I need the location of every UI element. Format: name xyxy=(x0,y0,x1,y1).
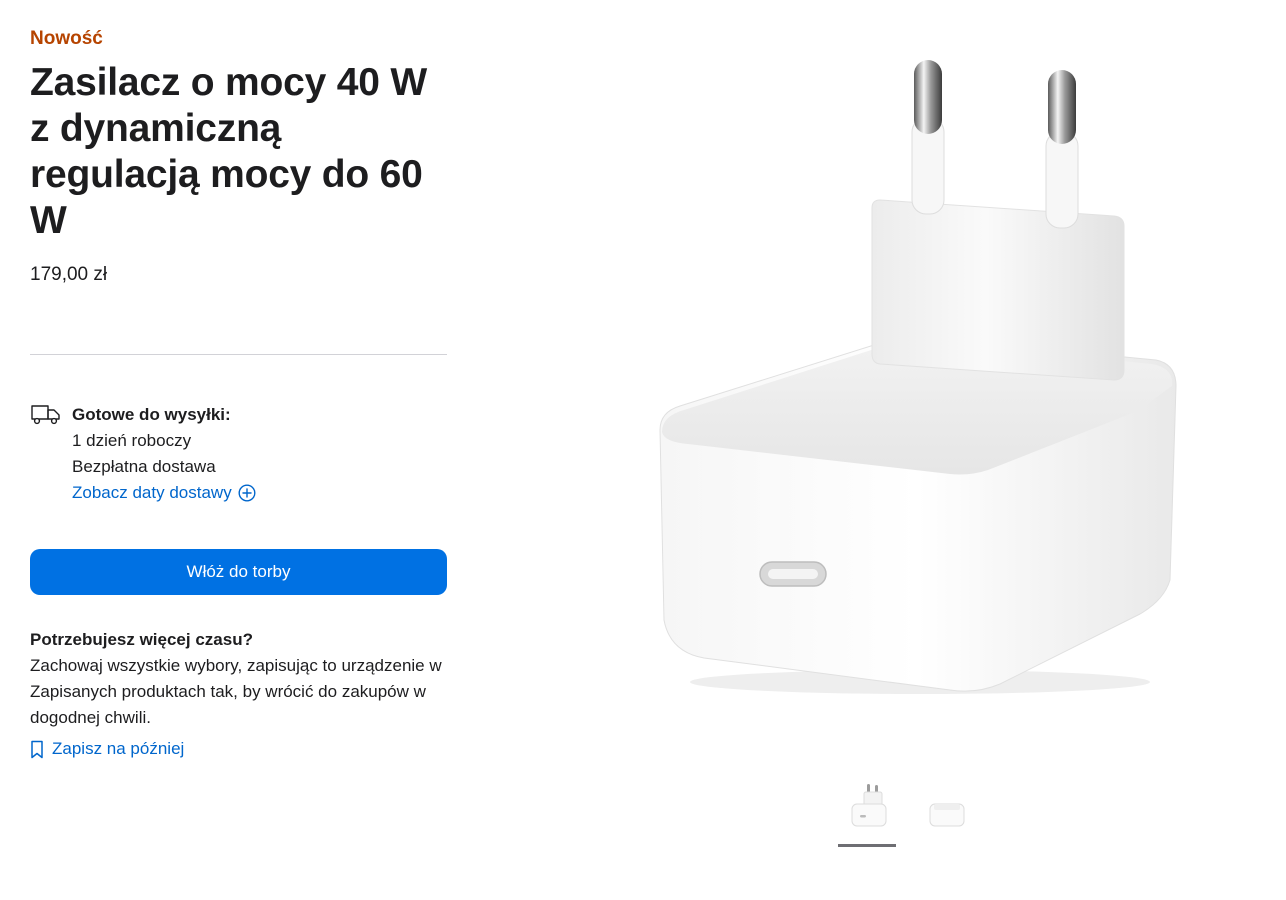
selected-thumbnail-indicator xyxy=(838,844,896,847)
shipping-cost: Bezpłatna dostawa xyxy=(72,457,216,476)
delivery-dates-link[interactable]: Zobacz daty dostawy xyxy=(72,480,256,506)
plus-circle-icon xyxy=(238,484,256,502)
bookmark-icon xyxy=(31,740,43,758)
add-to-bag-button[interactable]: Włóż do torby xyxy=(30,549,447,595)
shipping-heading: Gotowe do wysyłki: xyxy=(72,405,231,424)
charger-front-thumbnail xyxy=(851,784,887,827)
image-gallery-thumbnails xyxy=(836,780,976,850)
save-link-label: Zapisz na później xyxy=(52,739,185,758)
truck-icon xyxy=(31,405,60,425)
charger-side-thumbnail xyxy=(929,803,965,827)
thumbnail-side[interactable] xyxy=(918,780,978,834)
save-for-later-section: Potrzebujesz więcej czasu? Zachowaj wszy… xyxy=(30,627,448,731)
product-image xyxy=(659,60,1177,694)
product-price: 179,00 zł xyxy=(30,264,108,285)
divider xyxy=(30,354,447,355)
save-description: Zachowaj wszystkie wybory, zapisując to … xyxy=(30,656,442,727)
new-badge: Nowość xyxy=(30,28,103,49)
save-heading: Potrzebujesz więcej czasu? xyxy=(30,630,253,649)
shipping-time: 1 dzień roboczy xyxy=(72,431,192,450)
delivery-dates-label: Zobacz daty dostawy xyxy=(72,483,232,502)
thumbnail-front[interactable] xyxy=(838,780,898,834)
product-title: Zasilacz o mocy 40 W z dynamiczną regula… xyxy=(30,61,427,242)
save-for-later-link[interactable]: Zapisz na później xyxy=(30,739,184,759)
